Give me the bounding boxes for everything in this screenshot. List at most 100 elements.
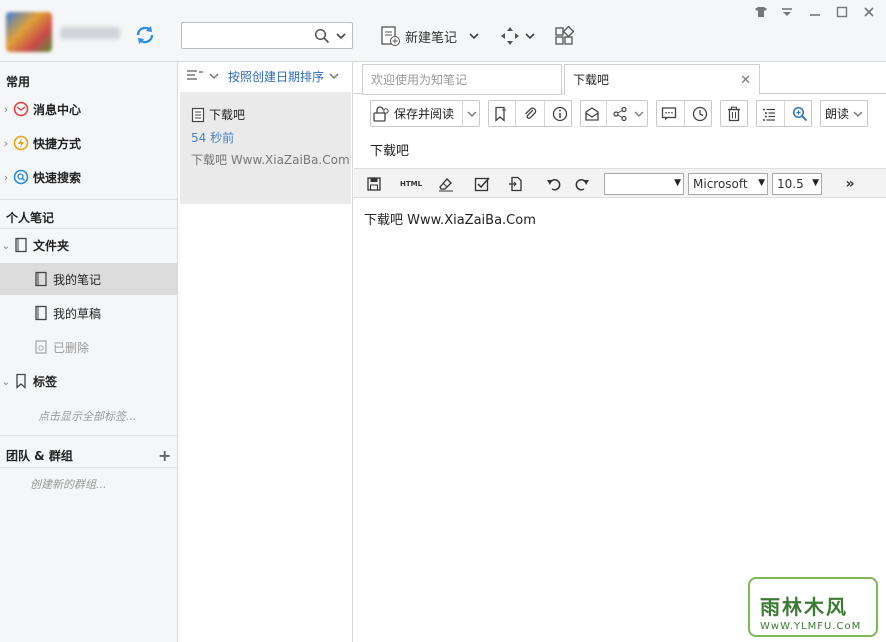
redo-icon[interactable] [572, 174, 592, 194]
trash-icon [32, 338, 50, 356]
close-tab-icon[interactable]: ✕ [740, 73, 751, 88]
sort-bar[interactable]: 按照创建日期排序 [178, 62, 353, 90]
read-aloud-label: 朗读 [824, 107, 849, 121]
note-title-field[interactable]: 下载吧 [370, 140, 409, 159]
sidebar-item-quick-search[interactable]: › 快速搜索 [0, 161, 177, 193]
sidebar-item-label: 我的草稿 [53, 306, 102, 321]
chevron-down-icon[interactable] [853, 109, 863, 119]
minimize-icon[interactable] [806, 4, 824, 20]
sidebar-item-my-drafts[interactable]: 我的草稿 [0, 297, 177, 329]
sidebar-item-label: 标签 [33, 374, 58, 389]
move-icon[interactable] [498, 24, 522, 48]
quick-search-icon [12, 168, 30, 186]
share-icon[interactable] [612, 106, 628, 122]
new-note-icon [381, 26, 400, 46]
tag-icon [12, 372, 30, 390]
section-common: 常用 [6, 75, 31, 89]
show-all-tags-link[interactable]: 点击显示全部标签... [38, 408, 137, 424]
maximize-icon[interactable] [833, 4, 851, 20]
menu-icon[interactable] [778, 4, 796, 20]
sort-label[interactable]: 按照创建日期排序 [228, 68, 324, 85]
avatar[interactable] [6, 12, 52, 52]
chevron-right-icon[interactable]: › [0, 137, 12, 150]
divider [0, 467, 177, 468]
tab-label: 下载吧 [573, 73, 610, 87]
sidebar-item-folders[interactable]: ⌄ 文件夹 [0, 229, 177, 261]
chevron-down-icon[interactable] [466, 108, 478, 120]
paragraph-style-select[interactable]: ▼ [604, 173, 684, 195]
sidebar-item-my-notes[interactable]: 我的笔记 [0, 263, 177, 295]
note-list: 按照创建日期排序 下载吧 54 秒前 下载吧 Www.XiaZaiBa.Com [178, 62, 353, 642]
dropdown-arrow-icon[interactable]: ▼ [674, 178, 681, 188]
dropdown-arrow-icon[interactable]: ▼ [812, 178, 819, 188]
history-clock-icon[interactable] [692, 106, 708, 122]
chevron-down-icon[interactable] [634, 109, 644, 119]
sidebar-item-label: 快速搜索 [33, 170, 82, 185]
dropdown-arrow-icon[interactable]: ▼ [758, 178, 765, 188]
more-tools-button[interactable]: » [840, 174, 860, 194]
font-size-value: 10.5 [777, 177, 804, 191]
sidebar-item-tags[interactable]: ⌄ 标签 [0, 365, 177, 397]
save-icon[interactable] [364, 174, 384, 194]
search-box[interactable] [181, 22, 353, 49]
font-family-select[interactable]: Microsoft ▼ [688, 173, 768, 195]
close-window-icon[interactable] [860, 4, 878, 20]
info-icon[interactable] [552, 106, 568, 122]
divider [783, 101, 785, 126]
sidebar-item-shortcuts[interactable]: › 快捷方式 [0, 127, 177, 159]
note-list-item[interactable]: 下载吧 54 秒前 下载吧 Www.XiaZaiBa.Com [180, 92, 351, 204]
sidebar-item-deleted[interactable]: 已删除 [0, 331, 177, 363]
grid-view-icon[interactable] [552, 24, 576, 48]
font-size-select[interactable]: 10.5 ▼ [772, 173, 822, 195]
add-group-icon[interactable]: + [158, 446, 171, 465]
attachment-icon[interactable] [522, 106, 538, 122]
search-icon[interactable] [314, 28, 330, 44]
new-note-button[interactable]: 新建笔记 [379, 24, 481, 48]
sidebar-item-label: 快捷方式 [33, 136, 82, 151]
chevron-down-icon[interactable] [334, 29, 348, 43]
delete-note-button[interactable] [720, 100, 748, 127]
chevron-down-icon[interactable]: ⌄ [0, 239, 12, 252]
outline-zoom-group [756, 100, 812, 127]
insert-file-icon[interactable] [506, 174, 526, 194]
tab-welcome[interactable]: 欢迎使用为知笔记 [362, 64, 562, 95]
list-sort-icon[interactable] [186, 69, 204, 83]
divider [544, 101, 546, 126]
chevron-down-icon[interactable] [522, 24, 538, 48]
skin-icon[interactable] [752, 4, 770, 20]
sidebar-item-messages[interactable]: › 消息中心 [0, 93, 177, 125]
outline-list-icon[interactable] [761, 106, 777, 122]
create-group-link[interactable]: 创建新的群组... [30, 476, 107, 492]
font-family-value: Microsoft [693, 177, 748, 191]
bookmark-attach-info-group [488, 100, 572, 127]
chevron-down-icon[interactable] [328, 70, 340, 82]
comment-icon[interactable] [661, 106, 677, 122]
divider [0, 435, 177, 436]
chevron-right-icon[interactable]: › [0, 171, 12, 184]
bookmark-icon[interactable] [492, 106, 508, 122]
top-toolbar: 新建笔记 [0, 0, 886, 62]
undo-icon[interactable] [544, 174, 564, 194]
html-source-button[interactable]: HTML [398, 174, 424, 194]
zoom-in-icon[interactable] [792, 106, 808, 122]
checkbox-icon[interactable] [472, 174, 492, 194]
chevron-down-icon[interactable] [208, 70, 220, 82]
read-aloud-button[interactable]: 朗读 [820, 100, 868, 127]
email-icon[interactable] [584, 106, 600, 122]
save-and-read-button[interactable]: 保存并阅读 [370, 100, 480, 127]
chevron-down-icon[interactable]: ⌄ [0, 375, 12, 388]
sidebar-item-label: 文件夹 [33, 238, 70, 253]
search-input[interactable] [182, 23, 307, 48]
watermark-logo: 雨林木风 WwW.YLMFU.CoM [748, 577, 878, 637]
sidebar: 常用 › 消息中心 › 快捷方式 › 快速搜索 个人笔记 ⌄ 文件夹 我的笔记 [0, 62, 178, 642]
chevron-down-icon[interactable] [467, 29, 481, 43]
note-body[interactable]: 下载吧 Www.XiaZaiBa.Com [364, 209, 536, 228]
folder-book-icon [12, 236, 30, 254]
sidebar-item-label: 消息中心 [33, 102, 82, 117]
eraser-icon[interactable] [436, 174, 456, 194]
section-personal-notes: 个人笔记 [6, 211, 55, 225]
chevron-right-icon[interactable]: › [0, 103, 12, 116]
sync-icon[interactable] [134, 24, 156, 46]
username-blurred[interactable] [60, 27, 120, 39]
tab-current-note[interactable]: 下载吧 ✕ [564, 64, 760, 95]
